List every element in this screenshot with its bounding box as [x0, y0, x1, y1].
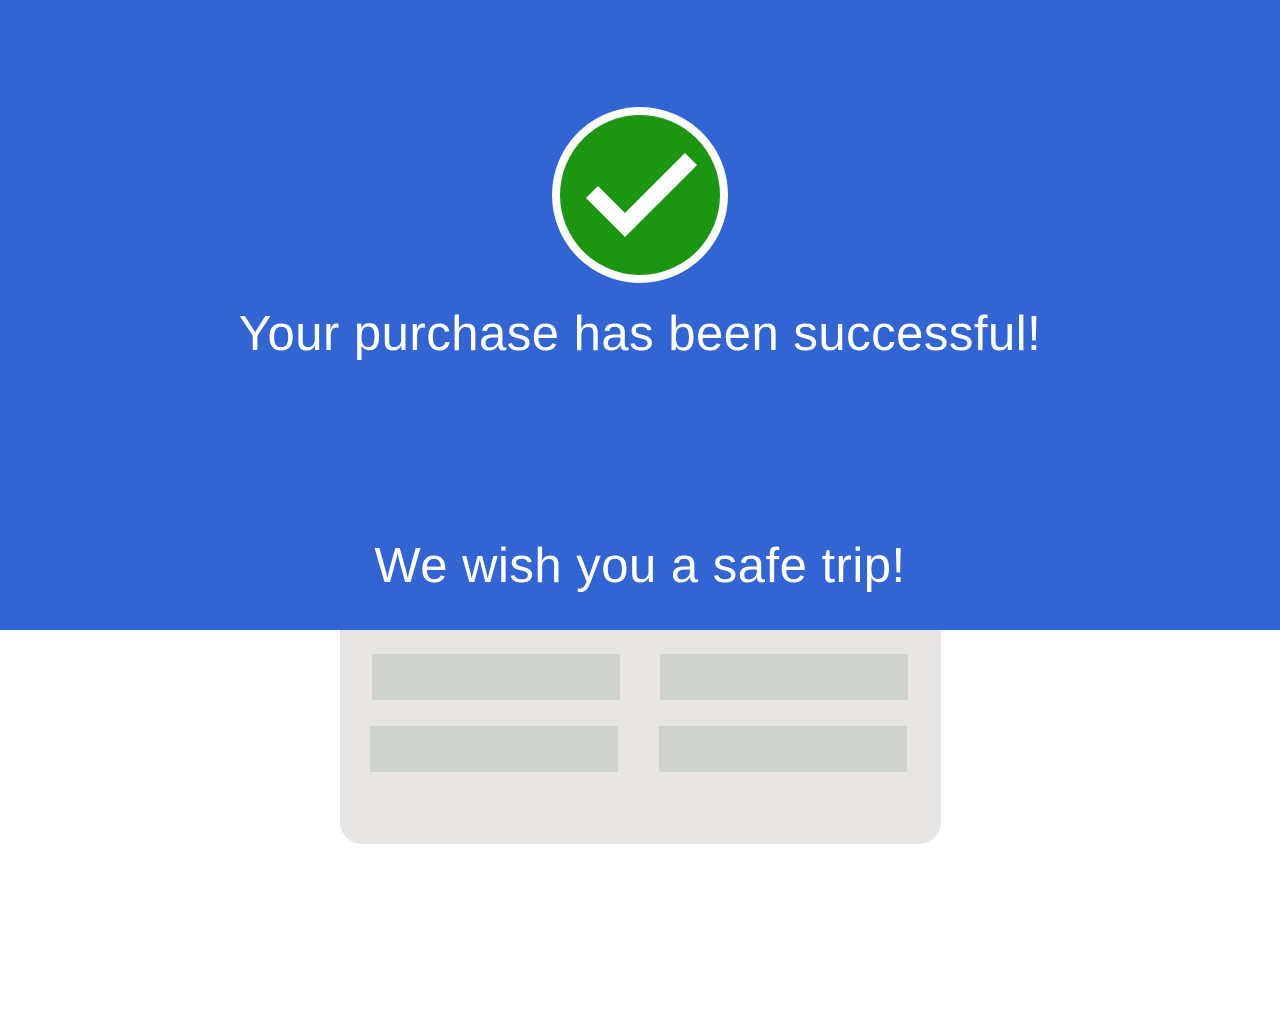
ticket-placeholder-block	[370, 726, 618, 772]
success-headline: Your purchase has been successful!	[238, 307, 1042, 361]
ticket-placeholder-block	[660, 654, 908, 700]
ticket-placeholder-block	[372, 654, 620, 700]
success-banner: Your purchase has been successful! We wi…	[0, 0, 1280, 630]
checkmark-circle-icon	[549, 104, 731, 286]
ticket-card	[340, 630, 941, 844]
safe-trip-message: We wish you a safe trip!	[374, 539, 906, 593]
ticket-placeholder-block	[659, 726, 907, 772]
